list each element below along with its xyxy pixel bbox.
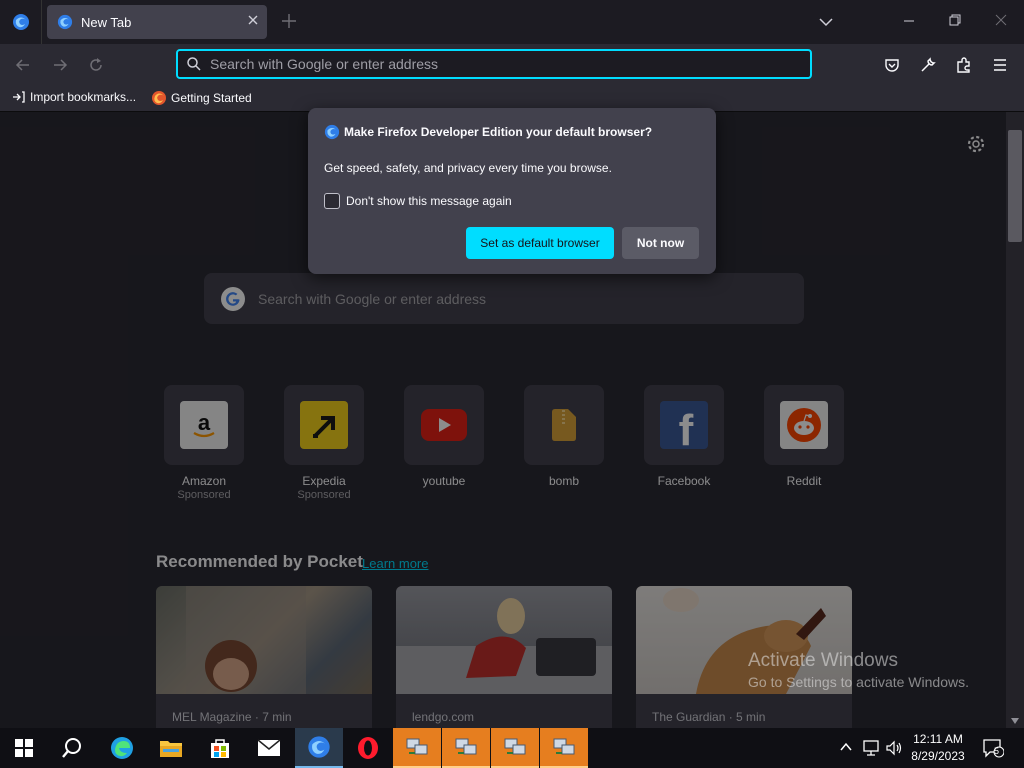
- url-input[interactable]: [210, 56, 770, 72]
- set-default-browser-button[interactable]: Set as default browser: [466, 227, 614, 259]
- close-icon: [248, 15, 258, 25]
- taskbar-store[interactable]: [196, 728, 244, 768]
- not-now-button[interactable]: Not now: [622, 227, 699, 259]
- clock-time: 12:11 AM: [913, 732, 963, 746]
- taskbar-file-explorer[interactable]: [147, 728, 195, 768]
- clock-date: 8/29/2023: [911, 749, 965, 763]
- vertical-scrollbar[interactable]: [1006, 112, 1024, 728]
- close-window-button[interactable]: [994, 12, 1008, 28]
- bookmark-label: Import bookmarks...: [30, 90, 137, 104]
- network-icon: [863, 740, 879, 756]
- taskbar-edge[interactable]: [98, 728, 146, 768]
- taskbar-network-app[interactable]: [393, 728, 441, 768]
- network-computer-icon: [504, 738, 526, 755]
- checkbox-label: Don't show this message again: [346, 194, 512, 208]
- notification-count: 5: [994, 746, 1000, 756]
- minimize-button[interactable]: [902, 12, 916, 28]
- close-icon: [995, 14, 1007, 26]
- taskbar-clock[interactable]: 12:11 AM 8/29/2023: [905, 731, 971, 765]
- firefox-view-button[interactable]: [0, 0, 42, 44]
- speaker-icon: [886, 740, 902, 756]
- forward-button[interactable]: [51, 56, 69, 74]
- watermark-title: Activate Windows: [748, 650, 898, 671]
- tab-strip: New Tab: [0, 0, 1024, 44]
- hamburger-menu-icon: [994, 59, 1006, 71]
- firefox-icon: [152, 91, 166, 105]
- watermark-subtitle: Go to Settings to activate Windows.: [748, 674, 969, 690]
- address-bar[interactable]: [176, 49, 812, 79]
- minimize-icon: [904, 20, 914, 22]
- taskbar-firefox-dev[interactable]: [295, 728, 343, 768]
- reload-icon: [90, 58, 102, 71]
- taskbar-network-app[interactable]: [540, 728, 588, 768]
- reload-button[interactable]: [87, 56, 105, 74]
- bookmark-label: Getting Started: [171, 91, 252, 105]
- taskbar-network-app[interactable]: [442, 728, 490, 768]
- volume-tray-button[interactable]: [885, 740, 903, 756]
- tab-new-tab[interactable]: New Tab: [47, 5, 267, 39]
- extensions-button[interactable]: [955, 56, 973, 74]
- opera-icon: [358, 737, 378, 759]
- windows-logo-icon: [15, 739, 33, 757]
- plus-icon: [282, 14, 296, 28]
- activate-windows-watermark: Activate Windows Go to Settings to activ…: [748, 650, 969, 690]
- taskbar-opera[interactable]: [344, 728, 392, 768]
- notification-title: Make Firefox Developer Edition your defa…: [344, 125, 653, 139]
- new-tab-button[interactable]: [280, 12, 298, 30]
- edge-icon: [111, 737, 133, 759]
- show-hidden-icons-button[interactable]: [839, 741, 853, 753]
- notification-icon: [983, 739, 1004, 758]
- app-menu-button[interactable]: [991, 56, 1009, 74]
- action-center-button[interactable]: 5: [982, 738, 1004, 758]
- notification-body: Get speed, safety, and privacy every tim…: [324, 161, 612, 175]
- start-button[interactable]: [0, 728, 48, 768]
- network-computer-icon: [406, 738, 428, 755]
- checkbox[interactable]: [324, 193, 340, 209]
- firefox-dev-icon: [57, 14, 73, 30]
- taskbar-mail[interactable]: [245, 728, 293, 768]
- developer-tools-button[interactable]: [919, 56, 937, 74]
- bookmark-import[interactable]: Import bookmarks...: [12, 90, 136, 104]
- taskbar-network-app[interactable]: [491, 728, 539, 768]
- firefox-dev-icon: [308, 736, 330, 758]
- close-tab-button[interactable]: [247, 14, 259, 26]
- firefox-dev-icon: [324, 124, 340, 140]
- chevron-down-icon: [819, 18, 833, 27]
- mail-icon: [257, 739, 281, 756]
- bookmark-getting-started[interactable]: Getting Started: [151, 90, 252, 106]
- restore-button[interactable]: [948, 12, 962, 28]
- scrollbar-thumb[interactable]: [1008, 130, 1022, 242]
- network-computer-icon: [553, 738, 575, 755]
- network-computer-icon: [455, 738, 477, 755]
- search-icon: [62, 738, 81, 758]
- dont-show-again-checkbox[interactable]: Don't show this message again: [324, 193, 512, 209]
- arrow-right-icon: [54, 59, 68, 71]
- back-button[interactable]: [14, 56, 32, 74]
- firefox-dev-icon: [12, 14, 29, 30]
- pocket-icon: [885, 59, 899, 72]
- windows-taskbar: 12:11 AM 8/29/2023 5: [0, 728, 1024, 768]
- search-icon: [187, 57, 201, 71]
- navigation-toolbar: [0, 44, 1024, 86]
- search-taskbar-button[interactable]: [48, 728, 96, 768]
- save-to-pocket-button[interactable]: [883, 56, 901, 74]
- store-bag-icon: [211, 739, 229, 758]
- network-tray-button[interactable]: [862, 740, 880, 756]
- folder-icon: [160, 741, 182, 757]
- scroll-down-arrow-icon[interactable]: [1011, 718, 1019, 724]
- list-all-tabs-button[interactable]: [818, 14, 834, 30]
- default-browser-notification: Make Firefox Developer Edition your defa…: [308, 108, 716, 274]
- notification-heading: Make Firefox Developer Edition your defa…: [324, 124, 652, 140]
- arrow-left-icon: [15, 59, 29, 71]
- import-icon: [13, 91, 25, 103]
- puzzle-icon: [957, 57, 970, 73]
- wrench-icon: [921, 57, 936, 72]
- chevron-up-icon: [840, 742, 852, 751]
- restore-icon: [949, 14, 961, 26]
- tab-title: New Tab: [81, 14, 132, 30]
